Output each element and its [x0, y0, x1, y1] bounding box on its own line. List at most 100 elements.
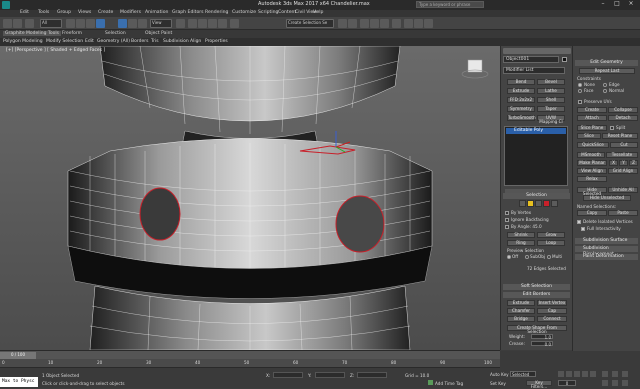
play-icon[interactable] — [574, 371, 580, 377]
delete-isolated-checkbox[interactable] — [577, 220, 581, 224]
by-vertex-checkbox[interactable] — [505, 211, 509, 215]
slice-button[interactable]: Slice — [577, 133, 601, 139]
tessellate-button[interactable]: Tessellate — [606, 152, 638, 158]
edge-mode-icon[interactable] — [527, 200, 534, 207]
maximize-viewport-icon[interactable] — [622, 380, 628, 386]
menu-create[interactable]: Create — [98, 10, 113, 15]
reset-plane-button[interactable]: Reset Plane — [602, 133, 638, 139]
attach-button[interactable]: Attach — [577, 115, 607, 121]
goto-end-icon[interactable] — [590, 371, 596, 377]
vertex-mode-icon[interactable] — [519, 200, 526, 207]
x-coord-input[interactable] — [273, 372, 303, 378]
create-shape-button[interactable]: Create Shape From Selection — [507, 325, 567, 334]
maximize-icon[interactable]: □ — [610, 0, 624, 9]
tab-freeform[interactable]: Freeform — [62, 31, 82, 36]
ignore-backfacing-checkbox[interactable] — [505, 218, 509, 222]
tab-graphite-modeling[interactable]: Graphite Modeling Tools — [3, 31, 62, 36]
selection-rollout-header[interactable]: Selection — [503, 193, 570, 199]
material-editor-icon[interactable] — [392, 19, 401, 28]
time-slider[interactable]: 0 / 100 — [0, 350, 500, 359]
bevel-button[interactable]: Bevel — [537, 79, 565, 85]
curve-editor-icon[interactable] — [370, 19, 379, 28]
symmetry-button[interactable]: Symmetry — [507, 106, 535, 112]
ribbon-align[interactable]: Align — [190, 39, 201, 44]
planar-x-button[interactable]: X — [609, 160, 618, 166]
element-mode-icon[interactable] — [551, 200, 558, 207]
mirror-icon[interactable] — [338, 19, 347, 28]
constraint-none-radio[interactable] — [578, 83, 582, 87]
tab-selection[interactable]: Selection — [105, 31, 126, 36]
set-key-button[interactable]: Set Key — [490, 381, 506, 386]
close-icon[interactable]: × — [624, 0, 638, 9]
crease-input[interactable]: 0.0 — [531, 341, 553, 347]
y-coord-input[interactable] — [315, 372, 345, 378]
zoom-extents-icon[interactable] — [612, 380, 618, 386]
menu-views[interactable]: Views — [78, 10, 91, 15]
prev-frame-icon[interactable] — [566, 371, 572, 377]
select-move-icon[interactable] — [118, 19, 127, 28]
edit-borders-rollout[interactable]: Edit Borders — [503, 292, 570, 298]
full-interactivity-checkbox[interactable] — [581, 227, 585, 231]
polygon-mode-icon[interactable] — [543, 200, 550, 207]
ribbon-modify-selection[interactable]: Modify Selection — [46, 39, 83, 44]
redo-icon[interactable] — [13, 19, 22, 28]
layer-icon[interactable] — [360, 19, 369, 28]
menu-rendering[interactable]: Rendering — [205, 10, 228, 15]
goto-start-icon[interactable] — [558, 371, 564, 377]
shell-button[interactable]: Shell — [537, 97, 565, 103]
object-color-swatch[interactable] — [562, 57, 567, 62]
taper-button[interactable]: Taper — [537, 106, 565, 112]
select-scale-icon[interactable] — [138, 19, 147, 28]
view-align-button[interactable]: View Align — [577, 168, 607, 174]
select-rotate-icon[interactable] — [128, 19, 137, 28]
edit-named-sel-icon[interactable] — [230, 19, 239, 28]
select-object-icon[interactable] — [66, 19, 75, 28]
ribbon-properties[interactable]: Properties — [205, 39, 228, 44]
ring-button[interactable]: Ring — [507, 240, 535, 246]
constraint-normal-radio[interactable] — [603, 89, 607, 93]
pan-icon[interactable] — [612, 371, 618, 377]
undo-icon[interactable] — [3, 19, 12, 28]
planar-y-button[interactable]: Y — [619, 160, 628, 166]
key-filters-button[interactable]: Key Filters... — [526, 380, 552, 389]
slice-plane-button[interactable]: Slice Plane — [577, 125, 607, 131]
current-frame-input[interactable]: 0 — [558, 380, 576, 386]
modifier-list-dropdown[interactable]: Modifier List — [503, 67, 565, 74]
render-setup-icon[interactable] — [404, 19, 413, 28]
object-name-field[interactable]: Object001 — [503, 56, 559, 63]
perspective-viewport[interactable]: [+] [Perspective ] [ Shaded + Edged Face… — [0, 46, 500, 350]
connect-button[interactable]: Connect — [537, 316, 567, 322]
lathe-button[interactable]: Lathe — [537, 88, 565, 94]
auto-key-button[interactable]: Auto Key — [490, 372, 509, 377]
edit-geometry-header[interactable]: Edit Geometry — [575, 60, 638, 66]
app-logo-icon[interactable] — [2, 1, 10, 9]
ribbon-geometry-all[interactable]: Geometry (All) — [97, 39, 130, 44]
ribbon-edit[interactable]: Edit — [85, 39, 94, 44]
stack-item-editable-poly[interactable]: Editable Poly — [506, 128, 566, 134]
extrude-mod-button[interactable]: Extrude — [507, 88, 535, 94]
collapse-button[interactable]: Collapse — [608, 107, 638, 113]
next-frame-icon[interactable] — [582, 371, 588, 377]
menu-group[interactable]: Group — [57, 10, 71, 15]
extrude-button[interactable]: Extrude — [507, 300, 535, 306]
repeat-last-button[interactable]: Repeat Last — [579, 68, 635, 74]
time-tag-icon[interactable] — [428, 380, 433, 385]
render-frame-icon[interactable] — [414, 19, 423, 28]
uvw-mapping-button[interactable]: UVW Mapping Cl — [537, 115, 565, 124]
grid-align-button[interactable]: Grid Align — [608, 168, 638, 174]
quickslice-button[interactable]: QuickSlice — [577, 142, 609, 148]
unhide-all-button[interactable]: Unhide All — [608, 187, 638, 193]
bridge-button[interactable]: Bridge — [507, 316, 535, 322]
constraint-face-radio[interactable] — [578, 89, 582, 93]
orbit-icon[interactable] — [622, 371, 628, 377]
preview-off-radio[interactable] — [507, 255, 511, 259]
planar-z-button[interactable]: Z — [629, 160, 638, 166]
paint-deformation-rollout[interactable]: Paint Deformation — [575, 254, 638, 260]
cap-button[interactable]: Cap — [537, 308, 567, 314]
make-planar-button[interactable]: Make Planar — [577, 160, 607, 166]
grow-button[interactable]: Grow — [537, 232, 565, 238]
track-bar[interactable]: 0 10 20 30 40 50 60 70 80 90 100 — [0, 359, 500, 367]
link-icon[interactable] — [25, 19, 34, 28]
hide-unselected-button[interactable]: Hide Unselected — [583, 195, 631, 201]
minimize-icon[interactable]: – — [596, 0, 610, 9]
